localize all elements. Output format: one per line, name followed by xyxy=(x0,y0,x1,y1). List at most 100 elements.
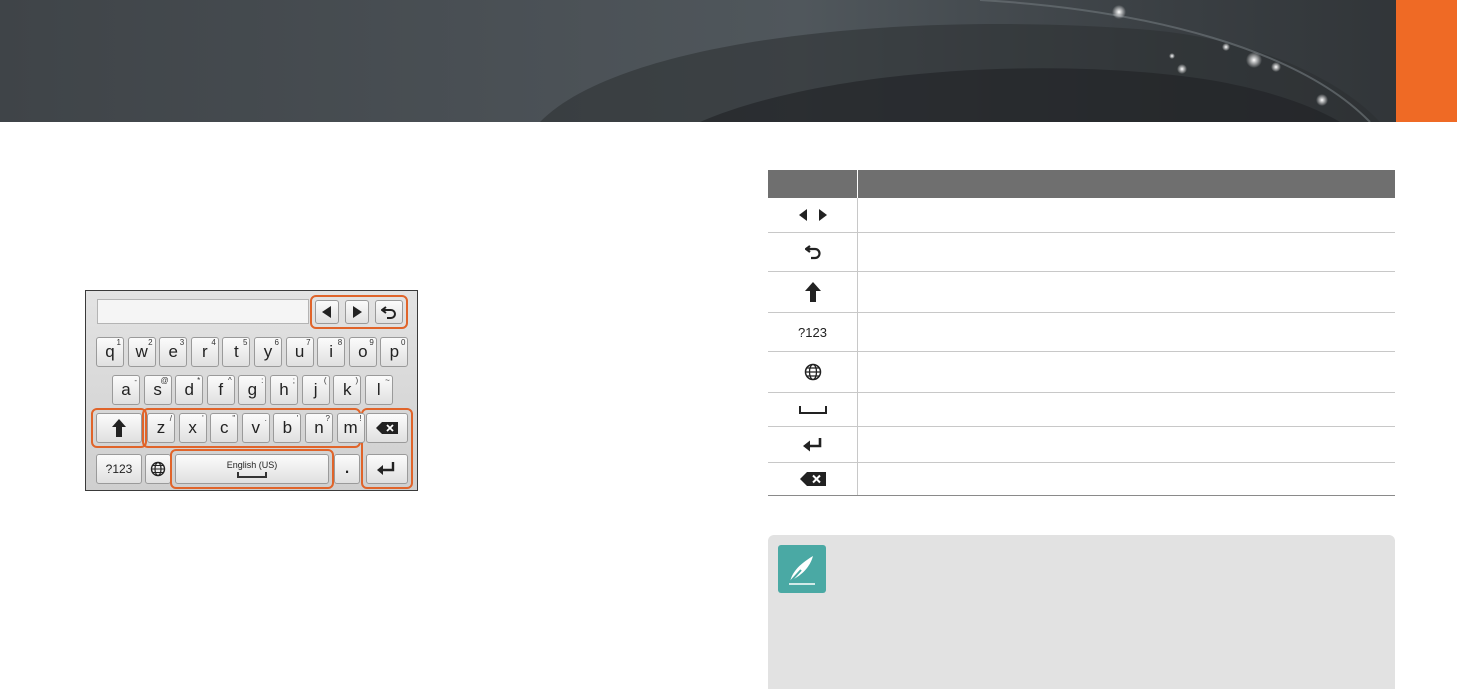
letter-key-f[interactable]: f ^ xyxy=(206,375,235,405)
key-label: y xyxy=(263,342,273,361)
table-cell-description xyxy=(858,393,1395,426)
undo-icon xyxy=(804,245,821,260)
note-box xyxy=(768,535,1395,689)
numeric-key-label: ?123 xyxy=(798,324,827,340)
undo-icon xyxy=(381,306,396,319)
table-row xyxy=(768,352,1395,393)
text-input-field[interactable] xyxy=(97,299,309,324)
key-label: n xyxy=(314,418,324,437)
space-bar-icon xyxy=(237,472,267,478)
letter-key-y[interactable]: y6 xyxy=(254,337,282,367)
letter-key-h[interactable]: h; xyxy=(270,375,298,405)
letter-key-g[interactable]: g: xyxy=(238,375,267,405)
space-bar-icon xyxy=(798,405,827,414)
key-secondary-label: 3 xyxy=(179,338,185,347)
key-secondary-label: " xyxy=(232,414,236,423)
left-right-arrow-icons xyxy=(798,209,827,221)
letter-key-a[interactable]: a- xyxy=(112,375,140,405)
letter-key-q[interactable]: q1 xyxy=(96,337,124,367)
table-cell-description xyxy=(858,352,1395,392)
key-label: a xyxy=(121,380,131,399)
letter-key-z[interactable]: z / xyxy=(147,413,175,443)
period-key-label: . xyxy=(343,453,351,478)
space-key[interactable]: English (US) xyxy=(175,454,329,484)
shift-key[interactable] xyxy=(96,413,142,443)
key-label: q xyxy=(105,342,115,361)
key-secondary-label: 9 xyxy=(369,338,374,347)
banner-decoration xyxy=(540,0,1380,122)
table-cell-description xyxy=(858,463,1395,495)
key-label: f xyxy=(218,380,224,399)
shift-arrow-icon xyxy=(112,419,126,437)
key-secondary-label: ( xyxy=(323,376,327,385)
letter-key-p[interactable]: p0 xyxy=(380,337,409,367)
table-cell-description xyxy=(858,427,1395,462)
letter-key-b[interactable]: b ' xyxy=(273,413,302,443)
backspace-icon xyxy=(799,472,826,486)
key-secondary-label: 0 xyxy=(400,338,406,347)
letter-key-x[interactable]: x ' xyxy=(178,413,207,443)
table-header xyxy=(768,170,1395,198)
key-secondary-label: 1 xyxy=(116,338,121,347)
key-secondary-label: ? xyxy=(325,414,330,423)
letter-key-v[interactable]: v. xyxy=(241,413,270,443)
pen-note-icon xyxy=(789,556,815,585)
letter-key-k[interactable]: k) xyxy=(333,375,362,405)
table-row xyxy=(768,427,1395,463)
letter-key-u[interactable]: u7 xyxy=(285,337,314,367)
key-secondary-label: / xyxy=(169,414,172,423)
key-label: b xyxy=(282,418,293,437)
key-label: e xyxy=(168,342,178,361)
key-secondary-label: * xyxy=(197,376,201,385)
key-label: l xyxy=(376,380,381,399)
period-key[interactable]: . xyxy=(334,453,360,484)
enter-icon xyxy=(802,437,821,451)
cursor-right-key[interactable] xyxy=(345,300,369,324)
letter-key-r[interactable]: r4 xyxy=(190,337,219,367)
table-row: ?123 xyxy=(768,313,1395,352)
table-row xyxy=(768,272,1395,313)
table-cell-icon xyxy=(768,463,858,495)
key-label: j xyxy=(313,380,318,399)
letter-key-o[interactable]: o9 xyxy=(348,337,377,367)
key-secondary-label: 4 xyxy=(211,338,216,347)
letter-key-c[interactable]: c " xyxy=(210,413,239,443)
key-secondary-label: . xyxy=(264,414,267,423)
key-label: w xyxy=(135,342,148,361)
letter-key-w[interactable]: w2 xyxy=(127,337,156,367)
table-cell-description xyxy=(858,198,1395,232)
table-row xyxy=(768,198,1395,233)
key-label: k xyxy=(342,380,352,399)
right-arrow-icon xyxy=(353,306,362,318)
shift-arrow-icon xyxy=(804,282,821,302)
globe-icon xyxy=(150,461,166,477)
letter-key-m[interactable]: m! xyxy=(336,413,365,443)
letter-key-e[interactable]: e3 xyxy=(159,337,188,367)
language-key[interactable] xyxy=(145,454,171,484)
letter-key-d[interactable]: d * xyxy=(175,375,204,405)
letter-key-s[interactable]: s @ xyxy=(143,375,172,405)
table-row xyxy=(768,463,1395,496)
space-key-label: English (US) xyxy=(226,460,278,470)
table-row xyxy=(768,233,1395,272)
backspace-key[interactable] xyxy=(366,413,408,443)
letter-key-n[interactable]: n? xyxy=(305,413,333,443)
key-secondary-label: ' xyxy=(296,414,299,423)
letter-key-l[interactable]: l ~ xyxy=(364,375,393,405)
key-label: z xyxy=(156,418,166,437)
icon-description-table: ?123 xyxy=(768,170,1395,496)
table-cell-icon xyxy=(768,393,858,426)
key-secondary-label: 5 xyxy=(242,338,248,347)
table-cell-description xyxy=(858,272,1395,312)
letter-key-t[interactable]: t5 xyxy=(222,337,251,367)
numeric-key[interactable]: ?123 xyxy=(96,454,142,484)
key-secondary-label: 8 xyxy=(337,338,343,347)
key-secondary-label: - xyxy=(134,376,137,385)
letter-key-j[interactable]: j( xyxy=(301,375,330,405)
letter-key-i[interactable]: i8 xyxy=(317,337,346,367)
key-secondary-label: ) xyxy=(355,376,359,385)
table-cell-icon xyxy=(768,272,858,312)
cursor-left-key[interactable] xyxy=(315,300,339,324)
undo-key[interactable] xyxy=(375,300,403,324)
enter-key[interactable] xyxy=(366,454,408,484)
